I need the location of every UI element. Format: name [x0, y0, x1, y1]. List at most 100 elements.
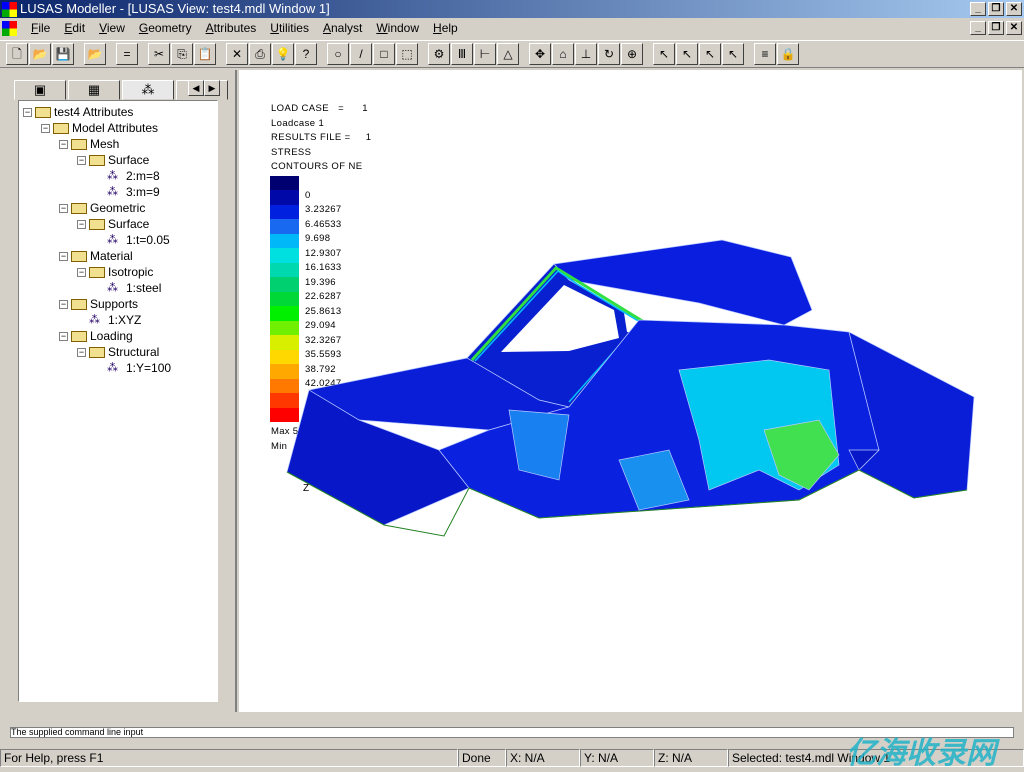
treeview-icon: ▦	[87, 82, 101, 97]
lock-icon: 🔒	[780, 47, 796, 61]
model-view[interactable]: 0 3.23267 6.46533 9.698 12.9307 16.1633 19.396…	[239, 70, 1022, 712]
collapse-toggle[interactable]: −	[59, 299, 68, 309]
tab-right-button[interactable]: ▶	[204, 80, 220, 96]
line-button[interactable]: /	[350, 43, 372, 65]
surface-button[interactable]: □	[373, 43, 395, 65]
tab-attributes[interactable]: ⁂	[122, 80, 174, 100]
mesh-button[interactable]: △	[497, 43, 519, 65]
paste-button[interactable]: 📋	[194, 43, 216, 65]
tree-item[interactable]: − Structural	[19, 344, 217, 360]
collapse-toggle[interactable]: −	[59, 251, 68, 261]
attribute-icon: ⁂	[107, 170, 118, 182]
tree-item[interactable]: − Surface	[19, 152, 217, 168]
support-button[interactable]: Ⅲ	[451, 43, 473, 65]
tree-item[interactable]: ⁂ 1:steel	[19, 280, 217, 296]
status-x: X: N/A	[506, 749, 580, 767]
equals-button[interactable]: =	[116, 43, 138, 65]
menu-analyst[interactable]: Analyst	[316, 21, 369, 35]
load-button[interactable]: ⊢	[474, 43, 496, 65]
point-button[interactable]: ○	[327, 43, 349, 65]
doc-close-button[interactable]: ✕	[1006, 21, 1022, 35]
tree-item[interactable]: − Surface	[19, 216, 217, 232]
menu-utilities[interactable]: Utilities	[263, 21, 316, 35]
collapse-toggle[interactable]: −	[77, 347, 86, 357]
axes-button[interactable]: ⊥	[575, 43, 597, 65]
save-button[interactable]: 💾	[52, 43, 74, 65]
context-help-button[interactable]: ?	[295, 43, 317, 65]
open-folder-button[interactable]: 📂	[84, 43, 106, 65]
collapse-toggle[interactable]: −	[77, 219, 86, 229]
menu-window[interactable]: Window	[369, 21, 426, 35]
toolbar: 🗋 📂 💾 📂 = ✂ ⎘ 📋 ✕ ⎙ 💡? ○ / □ ⬚ ⚙ Ⅲ ⊢ △ ✥ ⌂ ⊥ ↻ ⊕ ↖ ↖ ↖ ↖ ≡ 🔒	[0, 40, 1024, 68]
doc-minimize-button[interactable]: _	[970, 21, 986, 35]
tree-item[interactable]: ⁂ 3:m=9	[19, 184, 217, 200]
doc-restore-button[interactable]: ❐	[988, 21, 1004, 35]
window-title: LUSAS Modeller - [LUSAS View: test4.mdl …	[20, 1, 330, 16]
menu-edit[interactable]: Edit	[57, 21, 92, 35]
select-add-button[interactable]: ↖	[722, 43, 744, 65]
open-button[interactable]: 📂	[29, 43, 51, 65]
print-button[interactable]: ⎙	[249, 43, 271, 65]
lock-button[interactable]: 🔒	[777, 43, 799, 65]
tree-item[interactable]: ⁂ 1:t=0.05	[19, 232, 217, 248]
app-icon	[2, 2, 17, 17]
tab-left-button[interactable]: ◀	[188, 80, 204, 96]
collapse-toggle[interactable]: −	[77, 155, 86, 165]
group-button[interactable]: ⚙	[428, 43, 450, 65]
minimize-button[interactable]: _	[970, 2, 986, 16]
tree-item[interactable]: − Mesh	[19, 136, 217, 152]
folder-icon	[71, 250, 87, 262]
tree-item[interactable]: − Isotropic	[19, 264, 217, 280]
status-state: Done	[458, 749, 506, 767]
select-node-button[interactable]: ↖	[699, 43, 721, 65]
close-button[interactable]: ✕	[1006, 2, 1022, 16]
collapse-toggle[interactable]: −	[59, 139, 68, 149]
restore-button[interactable]: ❐	[988, 2, 1004, 16]
tab-treeview[interactable]: ▦	[68, 80, 120, 100]
menu-geometry[interactable]: Geometry	[132, 21, 199, 35]
pan-button[interactable]: ✥	[529, 43, 551, 65]
tree-item-label: Surface	[108, 153, 150, 167]
tree-item[interactable]: − Model Attributes	[19, 120, 217, 136]
rotate-button[interactable]: ↻	[598, 43, 620, 65]
tree-item[interactable]: − Loading	[19, 328, 217, 344]
select-curve-button[interactable]: ↖	[676, 43, 698, 65]
volume-button[interactable]: ⬚	[396, 43, 418, 65]
line-icon: /	[359, 47, 363, 61]
collapse-toggle[interactable]: −	[59, 203, 68, 213]
tree-item[interactable]: − Geometric	[19, 200, 217, 216]
delete-button[interactable]: ✕	[226, 43, 248, 65]
delete-icon: ✕	[231, 47, 243, 61]
collapse-toggle[interactable]: −	[77, 267, 86, 277]
pan-icon: ✥	[534, 47, 546, 61]
tree-item[interactable]: ⁂ 1:XYZ	[19, 312, 217, 328]
menu-view[interactable]: View	[92, 21, 132, 35]
tree-item[interactable]: ⁂ 1:Y=100	[19, 360, 217, 376]
collapse-toggle[interactable]: −	[23, 107, 32, 117]
tab-layers[interactable]: ▣	[14, 80, 66, 100]
tree-item[interactable]: ⁂ 2:m=8	[19, 168, 217, 184]
select-icon: ↖	[658, 47, 670, 61]
load-icon: ⊢	[479, 47, 491, 61]
copy-button[interactable]: ⎘	[171, 43, 193, 65]
contour-button[interactable]: ≡	[754, 43, 776, 65]
result-info-line: CONTOURS OF NE	[271, 161, 363, 172]
zoom-button[interactable]: ⊕	[621, 43, 643, 65]
menu-help[interactable]: Help	[426, 21, 465, 35]
tree-item[interactable]: − Supports	[19, 296, 217, 312]
lightbulb-button[interactable]: 💡	[272, 43, 294, 65]
home-icon: ⌂	[559, 47, 567, 61]
folder-icon	[89, 266, 105, 278]
menu-file[interactable]: File	[24, 21, 57, 35]
cut-button[interactable]: ✂	[148, 43, 170, 65]
collapse-toggle[interactable]: −	[59, 331, 68, 341]
tree-item-label: 1:Y=100	[126, 361, 172, 375]
collapse-toggle[interactable]: −	[41, 123, 50, 133]
home-button[interactable]: ⌂	[552, 43, 574, 65]
menu-attributes[interactable]: Attributes	[199, 21, 264, 35]
tree-item[interactable]: − Material	[19, 248, 217, 264]
zoom-icon: ⊕	[626, 47, 638, 61]
select-button[interactable]: ↖	[653, 43, 675, 65]
tree-item[interactable]: − test4 Attributes	[19, 104, 217, 120]
new-button[interactable]: 🗋	[6, 43, 28, 65]
